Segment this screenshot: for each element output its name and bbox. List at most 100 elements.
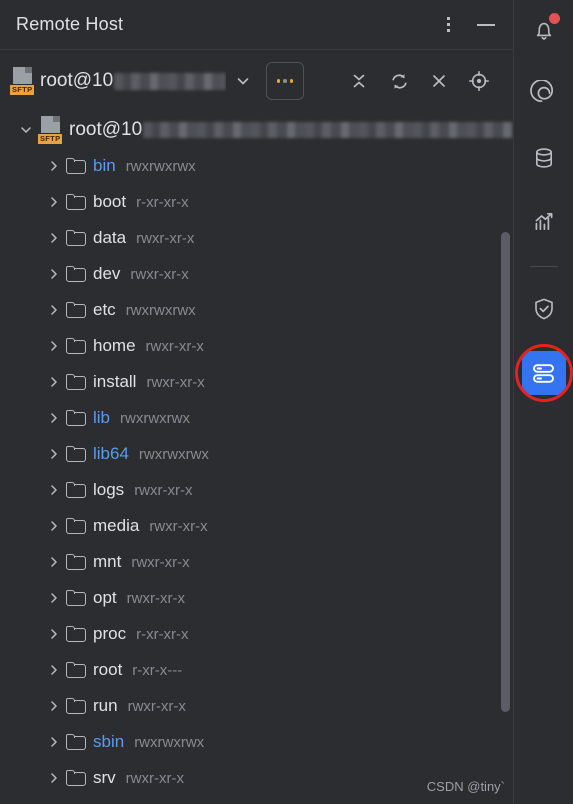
folder-icon (66, 230, 86, 246)
folder-icon (66, 194, 86, 210)
chevron-right-icon[interactable] (42, 508, 66, 544)
chevron-right-icon[interactable] (42, 292, 66, 328)
folder-icon (66, 662, 86, 678)
notifications-icon[interactable] (522, 8, 566, 52)
tree-children: bin rwxrwxrwx boot r-xr-xr-x data rwxr-xr-x de… (0, 148, 513, 796)
chevron-right-icon[interactable] (42, 760, 66, 796)
tree-item-label: logs (93, 480, 125, 499)
tree-item-label: dev (93, 264, 121, 283)
tree-item-permissions: rwxr-xr-x (149, 517, 208, 535)
chevron-down-icon[interactable] (228, 61, 258, 101)
connection-selector[interactable]: SFTP root@10 (10, 61, 227, 101)
chevron-right-icon[interactable] (42, 472, 66, 508)
collapse-all-icon[interactable] (341, 63, 377, 99)
tree-row[interactable]: root r-xr-x--- (0, 652, 513, 688)
connection-label: root@10 (40, 70, 114, 91)
chevron-right-icon[interactable] (42, 184, 66, 220)
close-icon[interactable] (421, 63, 457, 99)
tree-item-label: root (93, 660, 123, 679)
chevron-right-icon[interactable] (42, 400, 66, 436)
chevron-right-icon[interactable] (42, 580, 66, 616)
tree-row[interactable]: home rwxr-xr-x (0, 328, 513, 364)
sftp-badge-label: SFTP (38, 134, 63, 144)
tree-item-label: opt (93, 588, 117, 607)
more-options-button[interactable] (266, 62, 305, 100)
tree-row[interactable]: opt rwxr-xr-x (0, 580, 513, 616)
tree-row[interactable]: lib64 rwxrwxrwx (0, 436, 513, 472)
tree-row[interactable]: media rwxr-xr-x (0, 508, 513, 544)
folder-icon (66, 698, 86, 714)
folder-icon (66, 302, 86, 318)
remote-host-tool-window: Remote Host SFTP root@10 SFTP root@10 bi… (0, 0, 573, 804)
tree-item-label: lib64 (93, 444, 129, 463)
tree-root-label: root@10 (69, 119, 143, 140)
tree-item-permissions: rwxrwxrwx (134, 733, 205, 751)
sftp-badge-label: SFTP (10, 85, 35, 95)
database-icon[interactable] (522, 136, 566, 180)
chevron-right-icon[interactable] (42, 148, 66, 184)
tree-item-label: proc (93, 624, 127, 643)
folder-icon (66, 626, 86, 642)
tree-row[interactable]: data rwxr-xr-x (0, 220, 513, 256)
tree-item-permissions: rwxr-xr-x (127, 697, 186, 715)
tree-item-permissions: rwxrwxrwx (125, 301, 196, 319)
chevron-right-icon[interactable] (42, 688, 66, 724)
tree-item-permissions: rwxr-xr-x (145, 337, 204, 355)
tree-row[interactable]: mnt rwxr-xr-x (0, 544, 513, 580)
tree-row[interactable]: etc rwxrwxrwx (0, 292, 513, 328)
tree-row[interactable]: boot r-xr-xr-x (0, 184, 513, 220)
chevron-right-icon[interactable] (42, 616, 66, 652)
remote-host-icon[interactable] (514, 344, 573, 402)
more-vertical-icon[interactable] (431, 8, 465, 42)
chevron-right-icon[interactable] (42, 436, 66, 472)
tree-item-label: media (93, 516, 140, 535)
locate-icon[interactable] (461, 63, 497, 99)
tree-item-label: run (93, 696, 118, 715)
tree-row-root[interactable]: SFTP root@10 (0, 112, 513, 148)
profiler-icon[interactable] (522, 200, 566, 244)
chevron-right-icon[interactable] (42, 256, 66, 292)
folder-icon (66, 158, 86, 174)
tree-row[interactable]: logs rwxr-xr-x (0, 472, 513, 508)
tree-row[interactable]: lib rwxrwxrwx (0, 400, 513, 436)
minimize-icon[interactable] (469, 8, 503, 42)
chevron-down-icon[interactable] (14, 112, 38, 148)
chevron-right-icon[interactable] (42, 652, 66, 688)
tree-root-redacted-host (143, 122, 513, 138)
tree-row[interactable]: bin rwxrwxrwx (0, 148, 513, 184)
tree-item-permissions: r-xr-x--- (132, 661, 183, 679)
tree-scrollbar-thumb[interactable] (501, 232, 510, 712)
chevron-right-icon[interactable] (42, 544, 66, 580)
tree-scrollbar[interactable] (501, 224, 510, 804)
tree-row[interactable]: sbin rwxrwxrwx (0, 724, 513, 760)
tree-item-label: etc (93, 300, 116, 319)
folder-icon (66, 482, 86, 498)
refresh-icon[interactable] (381, 63, 417, 99)
chevron-right-icon[interactable] (42, 364, 66, 400)
folder-icon (66, 338, 86, 354)
tree-item-permissions: r-xr-xr-x (136, 625, 189, 643)
tree-item-permissions: rwxrwxrwx (125, 157, 196, 175)
shield-check-icon[interactable] (522, 287, 566, 331)
chevron-right-icon[interactable] (42, 328, 66, 364)
tree-item-permissions: rwxr-xr-x (125, 769, 184, 787)
tree-item-permissions: rwxr-xr-x (146, 373, 205, 391)
tree-item-permissions: rwxr-xr-x (136, 229, 195, 247)
ai-assistant-icon[interactable] (522, 72, 566, 116)
toolwindow-toolbar: SFTP root@10 (0, 50, 513, 112)
tree-row[interactable]: run rwxr-xr-x (0, 688, 513, 724)
folder-icon (66, 770, 86, 786)
tree-item-label: home (93, 336, 136, 355)
chevron-right-icon[interactable] (42, 220, 66, 256)
toolwindow-panel: Remote Host SFTP root@10 SFTP root@10 bi… (0, 0, 513, 804)
tree-row[interactable]: proc r-xr-xr-x (0, 616, 513, 652)
tree-row[interactable]: install rwxr-xr-x (0, 364, 513, 400)
tree-item-label: mnt (93, 552, 122, 571)
chevron-right-icon[interactable] (42, 724, 66, 760)
sftp-icon: SFTP (38, 116, 64, 144)
tree-row[interactable]: dev rwxr-xr-x (0, 256, 513, 292)
remote-file-tree[interactable]: SFTP root@10 bin rwxrwxrwx boot r-xr-xr-x da… (0, 112, 513, 804)
connection-redacted-host (114, 72, 227, 90)
page-title: Remote Host (16, 14, 124, 34)
tree-item-label: bin (93, 156, 116, 175)
